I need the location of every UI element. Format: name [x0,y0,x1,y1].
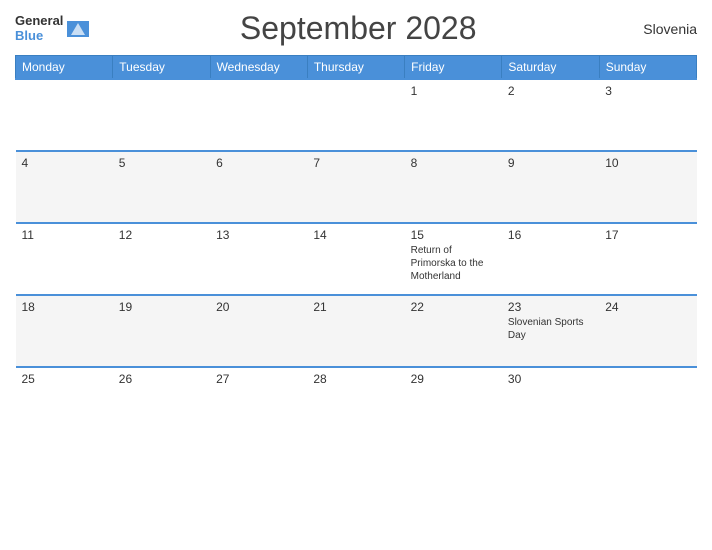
day-number: 14 [313,228,398,242]
calendar-cell: 3 [599,79,696,151]
calendar-cell [16,79,113,151]
col-thursday: Thursday [307,56,404,80]
day-number: 21 [313,300,398,314]
calendar-week-row: 18 19 20 21 22 23 Slovenian Sports Day 24 [16,295,697,367]
day-number: 11 [22,228,107,242]
day-number: 29 [411,372,496,386]
calendar-cell: 15 Return of Primorska to the Motherland [405,223,502,295]
calendar-title: September 2028 [89,10,627,47]
day-number: 26 [119,372,204,386]
day-number: 5 [119,156,204,170]
col-tuesday: Tuesday [113,56,210,80]
col-monday: Monday [16,56,113,80]
calendar-cell: 14 [307,223,404,295]
calendar-cell: 30 [502,367,599,439]
col-friday: Friday [405,56,502,80]
calendar-cell: 27 [210,367,307,439]
day-number: 24 [605,300,690,314]
day-number: 16 [508,228,593,242]
country-label: Slovenia [627,21,697,37]
calendar-week-row: 11 12 13 14 15 Return of Primorska to the Mot… [16,223,697,295]
logo-flag-icon [67,21,89,37]
day-number: 19 [119,300,204,314]
calendar-cell: 12 [113,223,210,295]
day-number: 4 [22,156,107,170]
calendar-cell: 9 [502,151,599,223]
day-number: 2 [508,84,593,98]
day-number: 30 [508,372,593,386]
calendar-page: General Blue September 2028 Slovenia Mon… [0,0,712,550]
calendar-cell: 7 [307,151,404,223]
calendar-cell: 26 [113,367,210,439]
calendar-cell [210,79,307,151]
calendar-cell [599,367,696,439]
logo: General Blue [15,14,89,43]
logo-blue-text: Blue [15,29,63,43]
col-saturday: Saturday [502,56,599,80]
event-label: Return of Primorska to the Motherland [411,244,496,283]
logo-general-text: General [15,14,63,28]
day-number: 22 [411,300,496,314]
calendar-cell: 29 [405,367,502,439]
col-sunday: Sunday [599,56,696,80]
day-number: 15 [411,228,496,242]
day-number: 27 [216,372,301,386]
day-number: 1 [411,84,496,98]
day-number: 25 [22,372,107,386]
calendar-cell: 16 [502,223,599,295]
calendar-cell: 1 [405,79,502,151]
calendar-header: General Blue September 2028 Slovenia [15,10,697,47]
day-number: 8 [411,156,496,170]
calendar-cell: 24 [599,295,696,367]
calendar-cell: 19 [113,295,210,367]
calendar-cell: 5 [113,151,210,223]
day-number: 20 [216,300,301,314]
calendar-week-row: 25 26 27 28 29 30 [16,367,697,439]
calendar-cell: 22 [405,295,502,367]
calendar-cell [307,79,404,151]
calendar-cell: 17 [599,223,696,295]
calendar-cell: 11 [16,223,113,295]
calendar-week-row: 456789 10 [16,151,697,223]
calendar-cell: 2 [502,79,599,151]
calendar-table: Monday Tuesday Wednesday Thursday Friday… [15,55,697,439]
day-number: 9 [508,156,593,170]
col-wednesday: Wednesday [210,56,307,80]
calendar-cell: 23 Slovenian Sports Day [502,295,599,367]
day-number: 7 [313,156,398,170]
calendar-cell: 4 [16,151,113,223]
calendar-cell: 21 [307,295,404,367]
day-number: 13 [216,228,301,242]
day-number: 10 [605,156,690,170]
day-number: 17 [605,228,690,242]
calendar-header-row: Monday Tuesday Wednesday Thursday Friday… [16,56,697,80]
event-label: Slovenian Sports Day [508,316,593,342]
calendar-week-row: 123 [16,79,697,151]
calendar-cell: 18 [16,295,113,367]
calendar-cell [113,79,210,151]
day-number: 23 [508,300,593,314]
calendar-cell: 28 [307,367,404,439]
day-number: 28 [313,372,398,386]
day-number: 18 [22,300,107,314]
calendar-cell: 13 [210,223,307,295]
calendar-cell: 6 [210,151,307,223]
calendar-cell: 20 [210,295,307,367]
calendar-cell: 8 [405,151,502,223]
day-number: 3 [605,84,690,98]
day-number: 12 [119,228,204,242]
calendar-cell: 25 [16,367,113,439]
day-number: 6 [216,156,301,170]
calendar-cell: 10 [599,151,696,223]
